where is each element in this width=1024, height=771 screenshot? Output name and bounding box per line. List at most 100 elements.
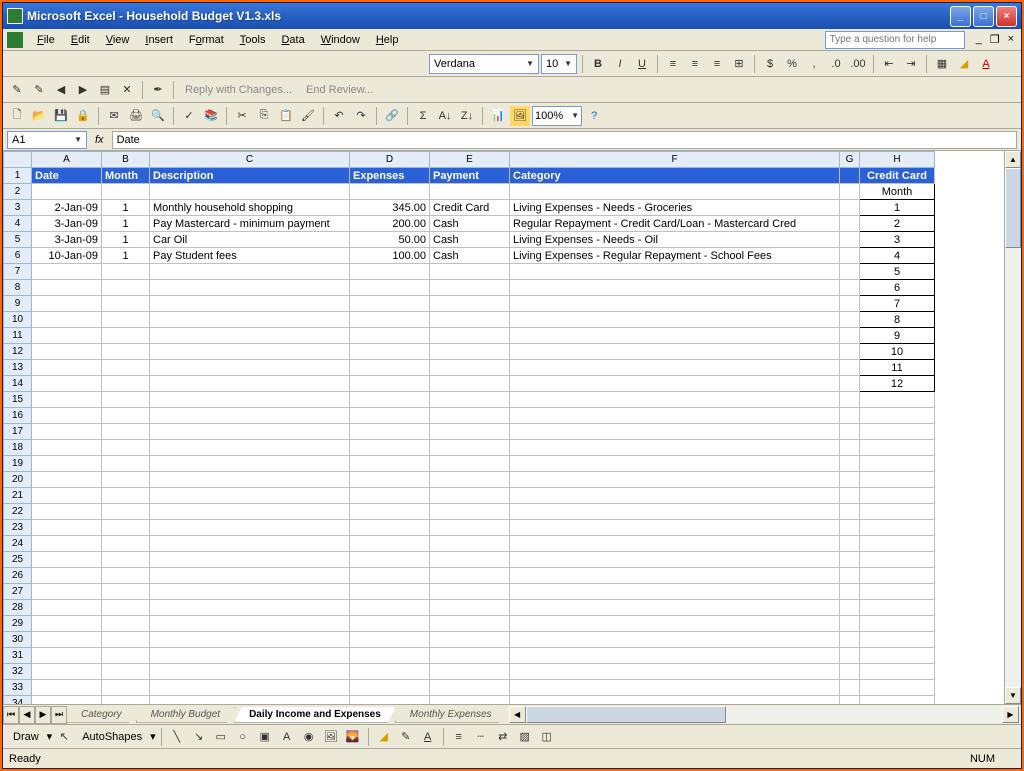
new-button[interactable]: 🗋 [7, 106, 27, 126]
cell-C34[interactable] [150, 696, 350, 705]
cell-A29[interactable] [32, 616, 102, 632]
cell-E20[interactable] [430, 472, 510, 488]
comma-button[interactable]: , [804, 54, 824, 74]
cell-A4[interactable]: 3-Jan-09 [32, 216, 102, 232]
cell-H28[interactable] [860, 600, 935, 616]
cell-B19[interactable] [102, 456, 150, 472]
line-button[interactable]: ╲ [167, 727, 187, 747]
cell-F6[interactable]: Living Expenses - Regular Repayment - Sc… [510, 248, 840, 264]
cell-H6[interactable]: 4 [860, 248, 935, 264]
row-header-4[interactable]: 4 [4, 216, 32, 232]
cell-E14[interactable] [430, 376, 510, 392]
cell-F30[interactable] [510, 632, 840, 648]
autoshapes-menu[interactable]: AutoShapes [76, 731, 148, 743]
cell-H22[interactable] [860, 504, 935, 520]
tab-first-button[interactable]: ⏮ [3, 706, 19, 724]
row-header-18[interactable]: 18 [4, 440, 32, 456]
cell-H13[interactable]: 11 [860, 360, 935, 376]
cell-D11[interactable] [350, 328, 430, 344]
cell-G34[interactable] [840, 696, 860, 705]
font-color-draw-button[interactable]: A [418, 727, 438, 747]
cell-F20[interactable] [510, 472, 840, 488]
cell-H5[interactable]: 3 [860, 232, 935, 248]
cell-C8[interactable] [150, 280, 350, 296]
cell-D32[interactable] [350, 664, 430, 680]
cell-A30[interactable] [32, 632, 102, 648]
cell-B22[interactable] [102, 504, 150, 520]
cell-G5[interactable] [840, 232, 860, 248]
rectangle-button[interactable]: ▭ [211, 727, 231, 747]
sort-desc-button[interactable]: Z↓ [457, 106, 477, 126]
cell-B17[interactable] [102, 424, 150, 440]
cell-G18[interactable] [840, 440, 860, 456]
cell-C10[interactable] [150, 312, 350, 328]
row-header-20[interactable]: 20 [4, 472, 32, 488]
cell-C6[interactable]: Pay Student fees [150, 248, 350, 264]
cell-A25[interactable] [32, 552, 102, 568]
cell-C17[interactable] [150, 424, 350, 440]
cell-A12[interactable] [32, 344, 102, 360]
sheet-tab-daily-income-and-expenses[interactable]: Daily Income and Expenses [234, 707, 396, 723]
cell-H23[interactable] [860, 520, 935, 536]
cell-F28[interactable] [510, 600, 840, 616]
cell-F25[interactable] [510, 552, 840, 568]
cell-A17[interactable] [32, 424, 102, 440]
cell-D25[interactable] [350, 552, 430, 568]
cell-A24[interactable] [32, 536, 102, 552]
col-header-C[interactable]: C [150, 152, 350, 168]
cell-E12[interactable] [430, 344, 510, 360]
cell-F16[interactable] [510, 408, 840, 424]
cell-E34[interactable] [430, 696, 510, 705]
cell-A8[interactable] [32, 280, 102, 296]
cell-G33[interactable] [840, 680, 860, 696]
cell-G29[interactable] [840, 616, 860, 632]
decrease-indent-button[interactable]: ⇤ [879, 54, 899, 74]
row-header-26[interactable]: 26 [4, 568, 32, 584]
cell-C7[interactable] [150, 264, 350, 280]
cell-C9[interactable] [150, 296, 350, 312]
cell-D18[interactable] [350, 440, 430, 456]
col-header-A[interactable]: A [32, 152, 102, 168]
row-header-2[interactable]: 2 [4, 184, 32, 200]
cell-H20[interactable] [860, 472, 935, 488]
col-header-F[interactable]: F [510, 152, 840, 168]
row-header-34[interactable]: 34 [4, 696, 32, 705]
cell-G17[interactable] [840, 424, 860, 440]
cell-C11[interactable] [150, 328, 350, 344]
cell-E2[interactable] [430, 184, 510, 200]
cell-E3[interactable]: Credit Card [430, 200, 510, 216]
row-header-28[interactable]: 28 [4, 600, 32, 616]
cell-F7[interactable] [510, 264, 840, 280]
cell-B27[interactable] [102, 584, 150, 600]
cell-D3[interactable]: 345.00 [350, 200, 430, 216]
horizontal-scrollbar[interactable]: ◀ ▶ [509, 706, 1019, 723]
row-header-17[interactable]: 17 [4, 424, 32, 440]
tab-next-button[interactable]: ▶ [35, 706, 51, 724]
cell-H34[interactable] [860, 696, 935, 705]
cell-A22[interactable] [32, 504, 102, 520]
oval-button[interactable]: ○ [233, 727, 253, 747]
cell-G7[interactable] [840, 264, 860, 280]
cell-A3[interactable]: 2-Jan-09 [32, 200, 102, 216]
chart-wizard-button[interactable]: 📊 [488, 106, 508, 126]
vscroll-thumb[interactable] [1005, 168, 1021, 248]
cell-H33[interactable] [860, 680, 935, 696]
font-size-select[interactable]: 10▼ [541, 54, 577, 74]
cell-C15[interactable] [150, 392, 350, 408]
tab-prev-button[interactable]: ◀ [19, 706, 35, 724]
cell-C4[interactable]: Pay Mastercard - minimum payment [150, 216, 350, 232]
minimize-button[interactable]: _ [950, 6, 971, 27]
cell-B8[interactable] [102, 280, 150, 296]
cell-B29[interactable] [102, 616, 150, 632]
cell-D16[interactable] [350, 408, 430, 424]
align-left-button[interactable]: ≡ [663, 54, 683, 74]
cell-E21[interactable] [430, 488, 510, 504]
cell-G28[interactable] [840, 600, 860, 616]
cell-F4[interactable]: Regular Repayment - Credit Card/Loan - M… [510, 216, 840, 232]
cell-G15[interactable] [840, 392, 860, 408]
cell-H29[interactable] [860, 616, 935, 632]
cell-G9[interactable] [840, 296, 860, 312]
hscroll-thumb[interactable] [526, 706, 726, 723]
help-search-input[interactable] [825, 31, 965, 49]
cell-A6[interactable]: 10-Jan-09 [32, 248, 102, 264]
